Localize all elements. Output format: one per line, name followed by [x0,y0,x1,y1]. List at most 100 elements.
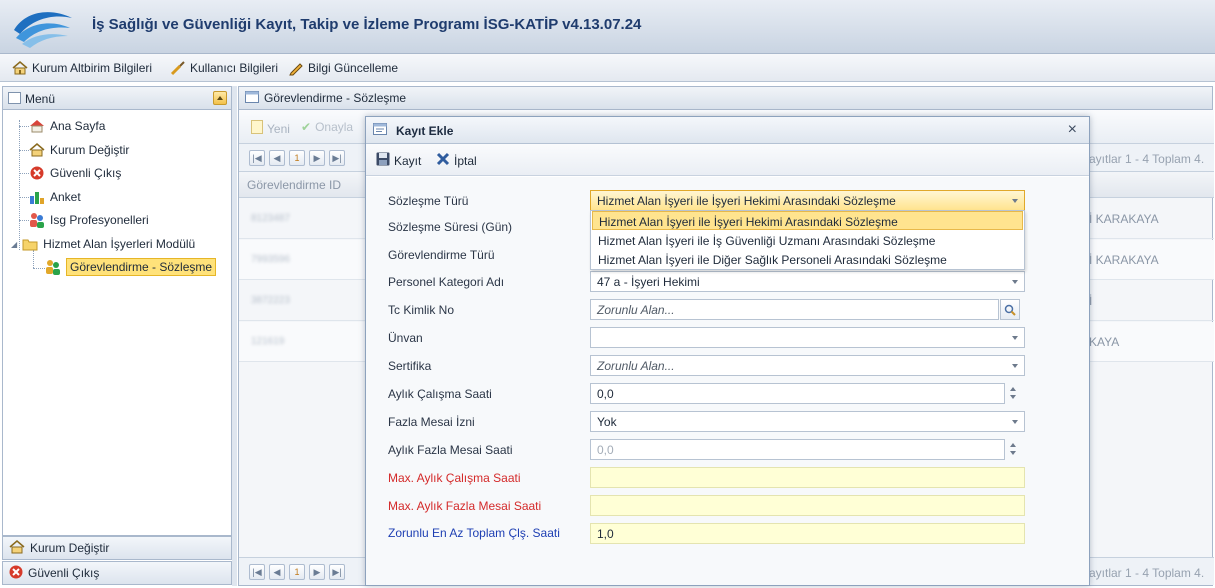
new-button[interactable]: Yeni [251,120,290,137]
kullanici-bilgileri-label: Kullanıcı Bilgileri [190,61,279,75]
sozlesme-suresi-label: Sözleşme Süresi (Gün) [388,220,513,234]
title-bar: İş Sağlığı ve Güvenliği Kayıt, Takip ve … [0,0,1215,54]
unvan-select[interactable] [590,327,1025,348]
main-panel-title: Görevlendirme - Sözleşme [264,91,407,105]
sertifika-select[interactable]: Zorunlu Alan... [590,355,1025,376]
dropdown-option[interactable]: Hizmet Alan İşyeri ile İşyeri Hekimi Ara… [592,211,1023,230]
menu-item-label: Ana Sayfa [50,119,106,133]
next-page-button[interactable]: ▶ [309,564,325,580]
aylik-calisma-input[interactable]: 0,0 [590,383,1016,404]
menu-bottom-guvenli-cikis[interactable]: Güvenli Çıkış [2,561,232,585]
personel-kategori-label: Personel Kategori Adı [388,275,505,289]
current-page-box[interactable]: 1 [289,150,305,166]
zorunlu-en-az-value: 1,0 [597,527,614,541]
personel-kategori-select[interactable]: 47 a - İşyeri Hekimi [590,271,1025,292]
menu-item-label: Güvenli Çıkış [50,166,122,180]
menu-item-anket[interactable]: Anket [29,188,81,206]
dialog-title: Kayıt Ekle [396,124,454,138]
dialog-title-bar[interactable]: Kayıt Ekle × [366,117,1089,144]
house-icon [9,539,25,557]
close-icon[interactable]: × [1068,121,1077,139]
menu-item-label: Isg Profesyonelleri [50,213,149,227]
first-page-button[interactable]: |◀ [249,564,265,580]
house-icon [29,142,45,158]
tc-kimlik-input[interactable]: Zorunlu Alan... [590,299,1020,320]
chart-icon [29,189,45,205]
menu-item-label: Görevlendirme - Sözleşme [66,258,217,276]
sozlesme-turu-select[interactable]: Hizmet Alan İşyeri ile İşyeri Hekimi Ara… [590,190,1025,211]
tree-connector [19,150,29,151]
new-doc-icon [251,120,263,137]
cancel-button[interactable]: İptal [436,152,477,169]
dropdown-option[interactable]: Hizmet Alan İşyeri ile İş Güvenliği Uzma… [592,231,1023,250]
menu-item-gorevlendirme-sozlesme[interactable]: Görevlendirme - Sözleşme [45,258,217,276]
paging-summary: ayıtlar 1 - 4 Toplam 4. [1089,566,1205,580]
fazla-mesai-izni-label: Fazla Mesai İzni [388,415,475,429]
home-icon [29,118,45,134]
panel-splitter[interactable] [232,86,237,586]
tree-expand-icon[interactable]: ◢ [11,240,17,249]
zorunlu-en-az-field: 1,0 [590,523,1025,544]
menu-bottom-label: Güvenli Çıkış [28,566,100,580]
aylik-fazla-mesai-label: Aylık Fazla Mesai Saati [388,443,513,457]
menu-item-guvenli-cikis[interactable]: Güvenli Çıkış [29,164,121,182]
menu-item-kurum-degistir[interactable]: Kurum Değiştir [29,141,129,159]
row-name: İ KARAKAYA [1089,212,1159,226]
paging-summary: ayıtlar 1 - 4 Toplam 4. [1089,152,1205,166]
spinner-arrows-icon[interactable] [1006,439,1020,460]
column-header-gorevlendirme-id[interactable]: Görevlendirme ID [247,178,341,192]
chevron-down-icon [1012,364,1018,368]
menu-item-hizmet-alan-isyerleri[interactable]: ◢ Hizmet Alan İşyerleri Modülü [11,235,195,253]
kullanici-bilgileri-button[interactable]: Kullanıcı Bilgileri [170,60,278,76]
row-id: 8123487 [251,213,290,224]
approve-button[interactable]: ✔ Onayla [301,120,353,134]
menu-bottom-kurum-degistir[interactable]: Kurum Değiştir [2,536,232,560]
user-pen-icon [170,60,186,76]
menu-collapse-button[interactable] [213,91,227,105]
sozlesme-turu-value: Hizmet Alan İşyeri ile İşyeri Hekimi Ara… [597,194,896,208]
search-icon [1004,304,1016,316]
bilgi-guncelleme-label: Bilgi Güncelleme [308,61,399,75]
save-button[interactable]: Kayıt [376,152,421,169]
prev-page-button[interactable]: ◀ [269,150,285,166]
tree-connector [19,126,29,127]
fazla-mesai-izni-select[interactable]: Yok [590,411,1025,432]
row-name: İ KARAKAYA [1089,253,1159,267]
menu-item-isg-profesyonelleri[interactable]: Isg Profesyonelleri [29,211,149,229]
prev-page-button[interactable]: ◀ [269,564,285,580]
menu-item-ana-sayfa[interactable]: Ana Sayfa [29,117,105,135]
aylik-fazla-mesai-input[interactable]: 0,0 [590,439,1016,460]
last-page-button[interactable]: ▶| [329,150,345,166]
aylik-calisma-label: Aylık Çalışma Saati [388,387,492,401]
dropdown-option[interactable]: Hizmet Alan İşyeri ile Diğer Sağlık Pers… [592,250,1023,269]
menu-bottom-label: Kurum Değiştir [30,541,110,555]
chevron-down-icon [1012,336,1018,340]
menu-item-label: Anket [50,190,81,204]
form-icon [373,123,387,138]
save-button-label: Kayıt [394,153,422,168]
current-page-box[interactable]: 1 [289,564,305,580]
kurum-altbirim-button[interactable]: Kurum Altbirim Bilgileri [12,60,152,76]
spinner-arrows-icon[interactable] [1006,383,1020,404]
menu-title: Menü [25,92,56,106]
aylik-calisma-value: 0,0 [597,387,614,401]
menu-item-label: Kurum Değiştir [50,143,130,157]
sertifika-placeholder: Zorunlu Alan... [597,359,675,373]
last-page-button[interactable]: ▶| [329,564,345,580]
tc-kimlik-placeholder: Zorunlu Alan... [597,303,675,317]
people-icon [45,259,61,275]
search-button[interactable] [1000,299,1020,320]
sozlesme-turu-dropdown-list: Hizmet Alan İşyeri ile İşyeri Hekimi Ara… [590,210,1025,270]
next-page-button[interactable]: ▶ [309,150,325,166]
house-icon [12,60,28,76]
approve-button-label: Onayla [315,120,354,134]
bilgi-guncelleme-button[interactable]: Bilgi Güncelleme [288,60,398,76]
kayit-ekle-dialog: Kayıt Ekle × Kayıt İptal Sözleşme Türü S… [365,116,1090,586]
first-page-button[interactable]: |◀ [249,150,265,166]
exit-icon [29,165,45,181]
sertifika-label: Sertifika [388,359,432,373]
gorevlendirme-turu-label: Görevlendirme Türü [388,248,495,262]
personel-kategori-value: 47 a - İşyeri Hekimi [597,275,700,289]
kurum-altbirim-label: Kurum Altbirim Bilgileri [32,61,153,75]
tree-connector [19,197,29,198]
